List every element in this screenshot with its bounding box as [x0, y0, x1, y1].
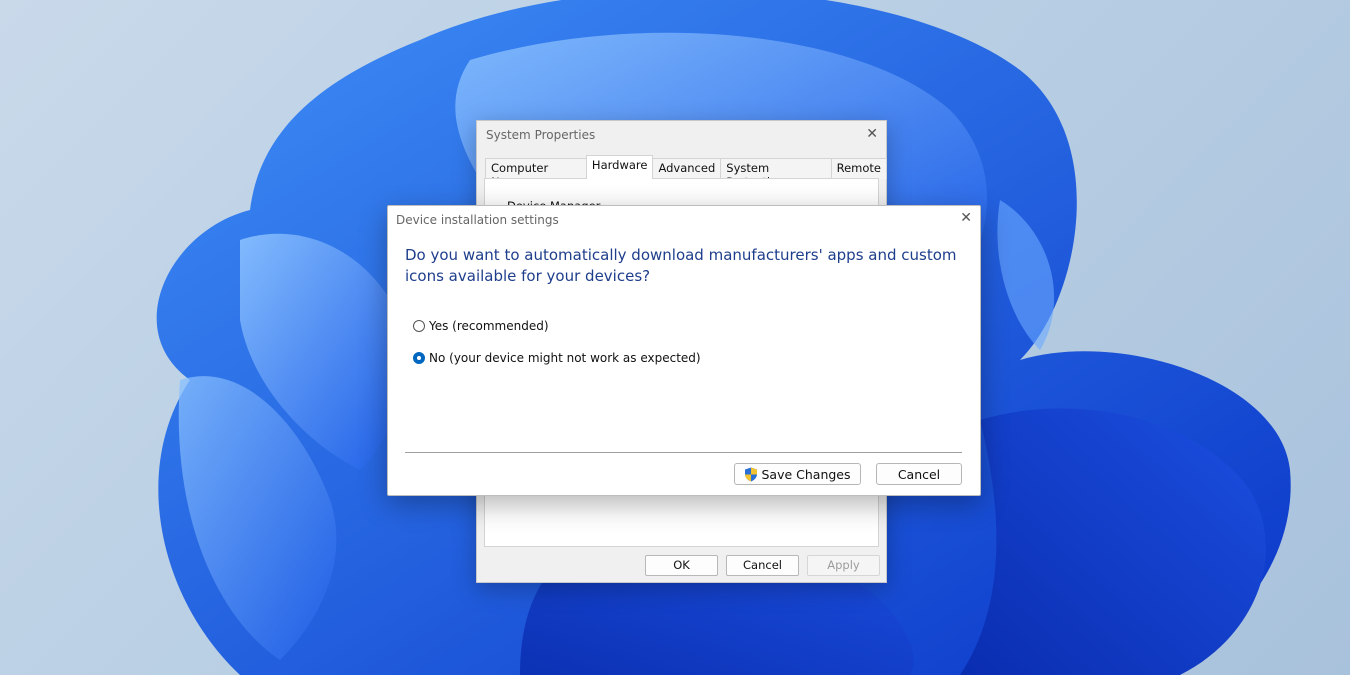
- option-no[interactable]: No (your device might not work as expect…: [413, 351, 701, 365]
- dialog-question: Do you want to automatically download ma…: [405, 246, 957, 285]
- save-changes-label: Save Changes: [761, 466, 851, 482]
- window-title: System Properties: [486, 128, 596, 142]
- option-yes[interactable]: Yes (recommended): [413, 319, 549, 333]
- tab-computer-name[interactable]: Computer Name: [485, 158, 587, 189]
- cancel-button[interactable]: Cancel: [876, 463, 962, 485]
- close-icon[interactable]: ✕: [960, 210, 972, 226]
- radio-yes[interactable]: [413, 320, 425, 332]
- save-changes-button[interactable]: Save Changes: [734, 463, 861, 485]
- cancel-button[interactable]: Cancel: [726, 555, 799, 576]
- option-yes-label: Yes (recommended): [429, 319, 549, 333]
- dialog-button-row: OK Cancel Apply: [645, 555, 880, 576]
- close-icon[interactable]: ✕: [866, 126, 878, 142]
- tab-system-protection[interactable]: System Protection: [720, 158, 832, 189]
- tab-advanced[interactable]: Advanced: [652, 158, 722, 179]
- tab-remote[interactable]: Remote: [830, 158, 887, 179]
- device-installation-settings-dialog: Device installation settings ✕ Do you wa…: [387, 205, 981, 496]
- tab-hardware[interactable]: Hardware: [585, 155, 654, 179]
- radio-no[interactable]: [413, 352, 425, 364]
- apply-button[interactable]: Apply: [807, 555, 880, 576]
- ok-button[interactable]: OK: [645, 555, 718, 576]
- uac-shield-icon: [745, 467, 758, 481]
- separator: [405, 452, 962, 453]
- option-no-label: No (your device might not work as expect…: [429, 351, 701, 365]
- dialog-title: Device installation settings: [396, 213, 559, 227]
- tab-strip: Computer Name Hardware Advanced System P…: [485, 155, 887, 189]
